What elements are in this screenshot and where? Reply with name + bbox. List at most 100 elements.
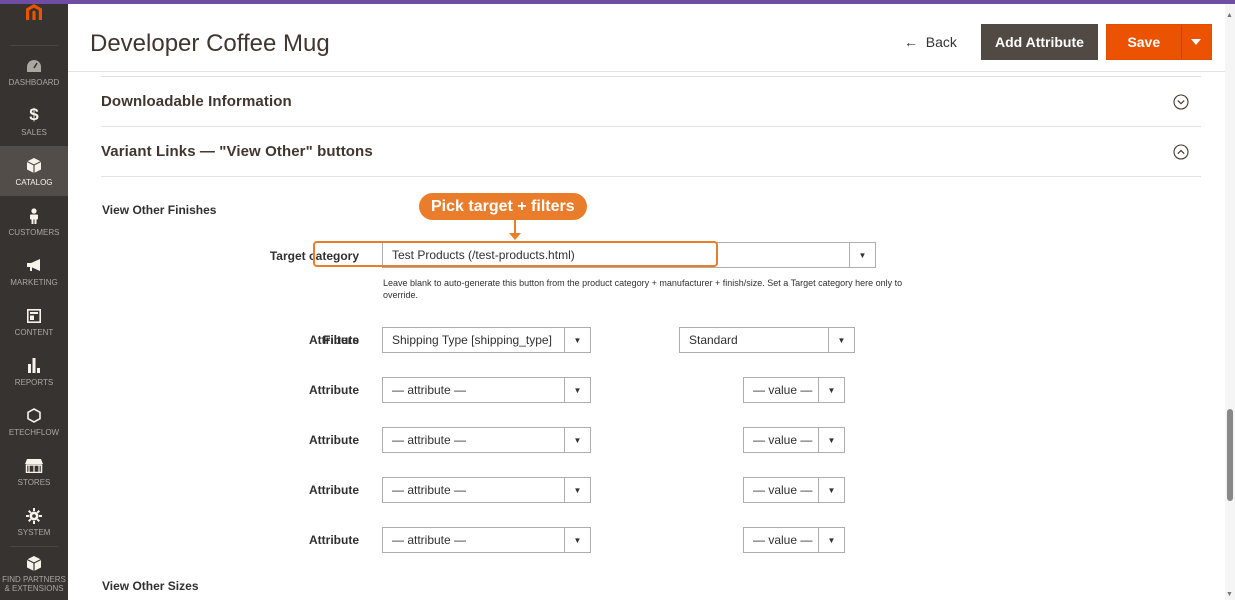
catalog-icon — [27, 155, 41, 177]
sidebar-item-catalog[interactable]: CATALOG — [0, 146, 68, 196]
add-attribute-button[interactable]: Add Attribute — [981, 24, 1098, 60]
target-category-help-text: Leave blank to auto-generate this button… — [383, 278, 903, 300]
chevron-down-icon: ▼ — [849, 243, 875, 267]
sidebar-item-customers[interactable]: CUSTOMERS — [0, 196, 68, 246]
sizes-heading: View Other Sizes — [102, 579, 199, 593]
attribute-select[interactable]: — attribute — ▼ — [382, 477, 591, 503]
sidebar-item-etechflow[interactable]: ETECHFLOW — [0, 396, 68, 446]
save-button[interactable]: Save — [1106, 24, 1212, 60]
sidebar-item-label: STORES — [17, 477, 51, 487]
chevron-down-icon: ▼ — [818, 428, 844, 452]
finishes-heading: View Other Finishes — [102, 203, 217, 217]
back-button-label: Back — [925, 34, 957, 50]
sidebar-item-label: CUSTOMERS — [8, 227, 60, 237]
attribute-select[interactable]: — attribute — ▼ — [382, 527, 591, 553]
save-button-label: Save — [1127, 34, 1161, 50]
sidebar-item-label: ETECHFLOW — [8, 427, 60, 437]
value-select-value: Standard — [689, 333, 738, 347]
add-attribute-label: Add Attribute — [995, 34, 1084, 50]
collapse-icon[interactable] — [1173, 144, 1189, 165]
customers-icon — [29, 205, 39, 227]
magento-logo-icon — [26, 4, 42, 20]
dollar-icon: $ — [29, 105, 39, 125]
value-select-value: — value — — [753, 433, 813, 447]
sidebar-item-system[interactable]: SYSTEM — [0, 496, 68, 546]
sidebar-item-find-partners[interactable]: FIND PARTNERS & EXTENSIONS — [0, 547, 68, 599]
megaphone-icon — [26, 255, 42, 277]
attribute-select[interactable]: Shipping Type [shipping_type] ▼ — [382, 327, 591, 353]
value-select-value: — value — — [753, 533, 813, 547]
chevron-down-icon: ▼ — [564, 528, 590, 552]
attribute-select-value: — attribute — — [392, 533, 467, 547]
chevron-down-icon: ▼ — [818, 478, 844, 502]
annotation-callout: Pick target + filters — [419, 193, 587, 220]
annotation-arrow-icon — [509, 233, 521, 240]
section-title: Variant Links — "View Other" buttons — [101, 143, 373, 160]
chevron-down-icon: ▼ — [564, 478, 590, 502]
dashboard-icon — [26, 55, 42, 77]
sidebar-item-label: MARKETING — [10, 277, 58, 287]
chevron-down-icon: ▼ — [564, 378, 590, 402]
sidebar-item-label: DASHBOARD — [8, 77, 60, 87]
chevron-down-icon: ▼ — [564, 328, 590, 352]
sidebar-item-label: CATALOG — [15, 177, 53, 187]
magento-logo[interactable] — [10, 4, 58, 46]
attribute-label: Attribute — [309, 433, 359, 447]
sidebar-item-label: FIND PARTNERS & EXTENSIONS — [2, 575, 66, 593]
gear-icon — [26, 505, 42, 527]
hexagon-icon — [27, 405, 41, 427]
sidebar-item-reports[interactable]: REPORTS — [0, 346, 68, 396]
section-title: Downloadable Information — [101, 93, 292, 110]
sidebar-item-content[interactable]: CONTENT — [0, 296, 68, 346]
value-select[interactable]: Standard ▼ — [679, 327, 855, 353]
value-select[interactable]: — value — ▼ — [743, 377, 845, 403]
attribute-select[interactable]: — attribute — ▼ — [382, 377, 591, 403]
value-select-value: — value — — [753, 483, 813, 497]
value-select[interactable]: — value — ▼ — [743, 527, 845, 553]
back-arrow-icon: ← — [904, 34, 918, 50]
page-title: Developer Coffee Mug — [90, 30, 330, 57]
sidebar-item-label: SALES — [21, 127, 47, 137]
chevron-down-icon: ▼ — [564, 428, 590, 452]
attribute-label: Attribute — [309, 383, 359, 397]
scroll-thumb[interactable] — [1227, 409, 1233, 501]
attribute-select-value: — attribute — — [392, 483, 467, 497]
sidebar-item-label: SYSTEM — [17, 527, 51, 537]
filters-overlay-label: Filters — [322, 333, 359, 347]
attribute-select-value: — attribute — — [392, 383, 467, 397]
expand-icon[interactable] — [1173, 94, 1189, 115]
sidebar-item-label: CONTENT — [14, 327, 54, 337]
sidebar-item-dashboard[interactable]: DASHBOARD — [0, 46, 68, 96]
page-scrollbar[interactable]: ▲ ▼ — [1225, 4, 1235, 600]
save-options-toggle[interactable] — [1180, 25, 1211, 59]
attribute-select[interactable]: — attribute — ▼ — [382, 427, 591, 453]
value-select[interactable]: — value — ▼ — [743, 427, 845, 453]
sidebar-item-sales[interactable]: $ SALES — [0, 96, 68, 146]
attribute-label: Attribute — [309, 533, 359, 547]
page-header: Developer Coffee Mug ← Back Add Attribut… — [68, 4, 1225, 72]
reports-icon — [27, 355, 41, 377]
sidebar-item-marketing[interactable]: MARKETING — [0, 246, 68, 296]
content-icon — [27, 305, 41, 327]
chevron-down-icon: ▼ — [818, 528, 844, 552]
attribute-select-value: — attribute — — [392, 433, 467, 447]
back-button[interactable]: ← Back — [904, 34, 957, 50]
attribute-label: Attribute — [309, 483, 359, 497]
value-select-value: — value — — [753, 383, 813, 397]
store-icon — [25, 455, 43, 477]
chevron-down-icon: ▼ — [828, 328, 854, 352]
sidebar-item-label: REPORTS — [14, 377, 54, 387]
section-bottom-mask — [101, 177, 1201, 178]
value-select[interactable]: — value — ▼ — [743, 477, 845, 503]
section-downloadable-information[interactable]: Downloadable Information — [101, 77, 1201, 127]
extensions-icon — [27, 552, 41, 574]
sidebar-item-stores[interactable]: STORES — [0, 446, 68, 496]
chevron-down-icon — [1191, 39, 1202, 45]
scroll-down-icon[interactable]: ▼ — [1226, 591, 1233, 598]
chevron-down-icon: ▼ — [818, 378, 844, 402]
attribute-select-value: Shipping Type [shipping_type] — [392, 333, 552, 347]
section-variant-links[interactable]: Variant Links — "View Other" buttons — [101, 127, 1201, 177]
admin-sidebar: DASHBOARD $ SALES CATALOG CUSTOMERS MARK… — [0, 4, 68, 600]
scroll-up-icon[interactable]: ▲ — [1226, 12, 1233, 19]
annotation-highlight-box — [313, 241, 718, 267]
